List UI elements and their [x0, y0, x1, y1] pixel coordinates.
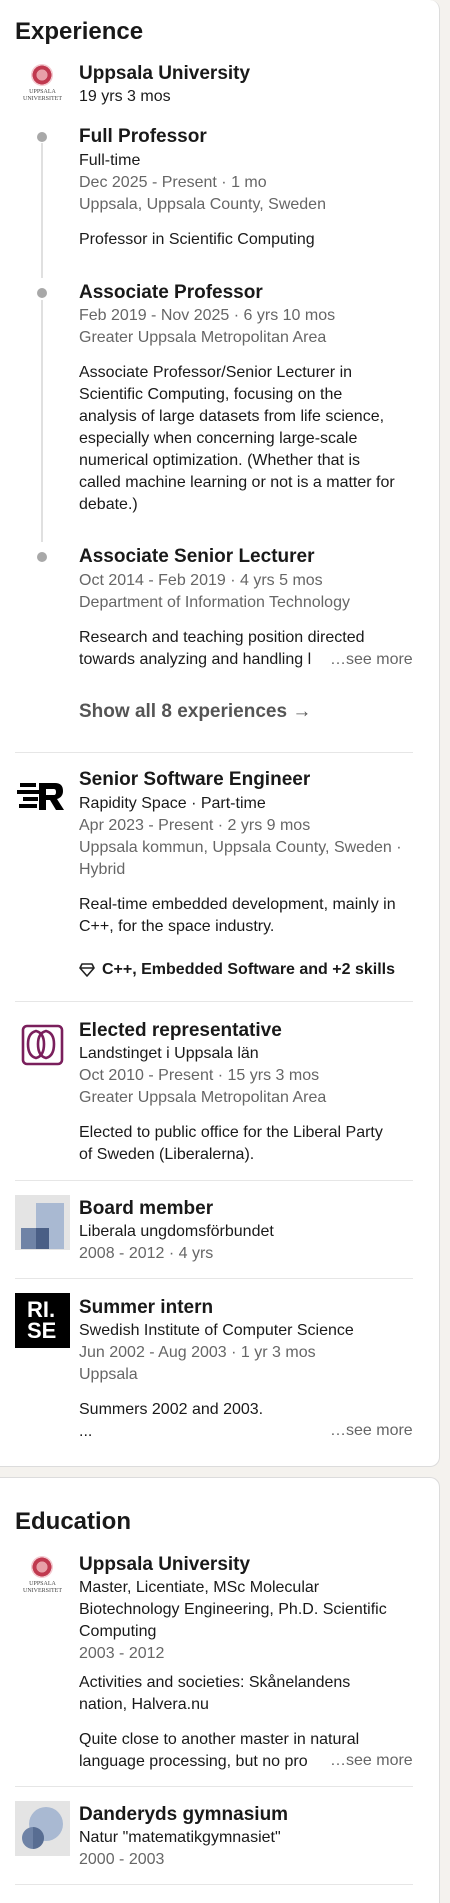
- degree-line: Computing: [79, 1623, 157, 1640]
- rapidity-logo-icon: [17, 783, 64, 810]
- role-description-line: Elected to public office for the Liberal…: [79, 1124, 383, 1141]
- divider: [15, 752, 413, 753]
- placeholder-company-icon: [21, 1203, 64, 1249]
- divider: [15, 1786, 413, 1787]
- divider: [15, 1278, 413, 1279]
- uppsala-university-logo[interactable]: UPPSALA UNIVERSITET: [15, 64, 70, 119]
- role-description-line: Summers 2002 and 2003.: [79, 1401, 264, 1418]
- rise-logo[interactable]: RI. SE: [15, 1293, 70, 1348]
- role-description-line: of Sweden (Liberalerna).: [79, 1146, 255, 1163]
- education-section: Education UPPSALA UNIVERSITET Uppsala Un…: [0, 1477, 440, 1903]
- role-location: Department of Information Technology: [79, 594, 350, 611]
- employment-type: Full-time: [79, 152, 141, 169]
- see-more-link[interactable]: …see more: [326, 651, 413, 669]
- role-description-line: Real-time embedded development, mainly i…: [79, 896, 396, 913]
- landstinget-logo[interactable]: [15, 1019, 70, 1074]
- education-heading: Education: [15, 1508, 132, 1535]
- role-dates: Oct 2010 - Present · 15 yrs 3 mos: [79, 1067, 320, 1084]
- role-title[interactable]: Associate Professor: [79, 282, 263, 304]
- role-description-line: called machine learning or not is a matt…: [79, 474, 395, 491]
- rapidity-space-logo[interactable]: [15, 769, 70, 824]
- role-description-line: numerical optimization. (Whether that is: [79, 452, 360, 469]
- company-name[interactable]: Rapidity Space · Part-time: [79, 795, 266, 813]
- company-name[interactable]: Swedish Institute of Computer Science: [79, 1322, 354, 1340]
- role-description-line: analysis of large datasets from life sci…: [79, 408, 385, 425]
- role-title[interactable]: Board member: [79, 1198, 213, 1220]
- timeline-line: [41, 143, 43, 278]
- activities-line: nation, Halvera.nu: [79, 1696, 209, 1713]
- role-description-line: Associate Professor/Senior Lecturer in: [79, 364, 353, 381]
- diamond-skills-icon: [79, 963, 95, 977]
- role-description-line: ...: [79, 1423, 93, 1440]
- show-all-experiences-button[interactable]: Show all 8 experiences →: [79, 701, 311, 723]
- timeline-dot: [37, 132, 47, 142]
- role-description-line: Research and teaching position directed: [79, 629, 365, 646]
- company-duration: 19 yrs 3 mos: [79, 88, 171, 105]
- role-description-line: towards analyzing and handling l: [79, 651, 312, 668]
- education-description-line: language processing, but no pro: [79, 1753, 308, 1770]
- role-location: Hybrid: [79, 861, 126, 878]
- activities-line: Activities and societies: Skånelandens: [79, 1674, 351, 1691]
- role-description-line: Scientific Computing, focusing on the: [79, 386, 343, 403]
- role-dates: Apr 2023 - Present · 2 yrs 9 mos: [79, 817, 311, 834]
- role-description-line: debate.): [79, 496, 138, 513]
- role-dates: Feb 2019 - Nov 2025 · 6 yrs 10 mos: [79, 307, 336, 324]
- degree-line: Biotechnology Engineering, Ph.D. Scienti…: [79, 1601, 387, 1618]
- uppsala-university-logo[interactable]: UPPSALA UNIVERSITET: [15, 1556, 70, 1611]
- timeline-dot: [37, 288, 47, 298]
- role-description-line: especially when concerning large-scale: [79, 430, 358, 447]
- role-title[interactable]: Full Professor: [79, 126, 207, 148]
- uppsala-seal-icon: [31, 1556, 53, 1578]
- see-more-link[interactable]: …see more: [326, 1752, 413, 1770]
- role-description: Professor in Scientific Computing: [79, 231, 315, 248]
- see-more-link[interactable]: …see more: [326, 1422, 413, 1440]
- role-location: Uppsala, Uppsala County, Sweden: [79, 196, 326, 213]
- role-location: Uppsala: [79, 1366, 138, 1383]
- role-dates: Jun 2002 - Aug 2003 · 1 yr 3 mos: [79, 1344, 316, 1361]
- divider: [15, 1001, 413, 1002]
- liberala-ungdomsforbundet-logo[interactable]: [15, 1195, 70, 1250]
- school-name[interactable]: Danderyds gymnasium: [79, 1804, 288, 1826]
- company-name[interactable]: Liberala ungdomsförbundet: [79, 1223, 274, 1241]
- role-title[interactable]: Associate Senior Lecturer: [79, 546, 314, 568]
- experience-heading: Experience: [15, 18, 144, 45]
- rise-logo-text: RI.: [27, 1297, 56, 1322]
- role-description-line: C++, for the space industry.: [79, 918, 275, 935]
- degree-line: Master, Licentiate, MSc Molecular: [79, 1579, 320, 1596]
- timeline-dot: [37, 552, 47, 562]
- role-title[interactable]: Summer intern: [79, 1297, 213, 1319]
- rise-logo-text: SE: [27, 1318, 57, 1343]
- education-years: 2000 - 2003: [79, 1851, 165, 1868]
- landstinget-logo-icon: [21, 1024, 64, 1066]
- role-location: Uppsala kommun, Uppsala County, Sweden ·: [79, 839, 402, 856]
- school-name[interactable]: Uppsala University: [79, 1554, 250, 1576]
- role-location: Greater Uppsala Metropolitan Area: [79, 329, 327, 346]
- role-dates: 2008 - 2012 · 4 yrs: [79, 1245, 214, 1262]
- company-name[interactable]: Uppsala University: [79, 63, 250, 85]
- experience-section: Experience UPPSALA UNIVERSITET Uppsala U…: [0, 0, 440, 1467]
- danderyds-gymnasium-logo[interactable]: [15, 1801, 70, 1856]
- program-name: Natur "matematikgymnasiet": [79, 1829, 281, 1846]
- uppsala-seal-icon: [31, 64, 53, 86]
- timeline-line: [41, 300, 43, 542]
- role-title[interactable]: Senior Software Engineer: [79, 769, 310, 791]
- placeholder-school-icon: [22, 1807, 63, 1849]
- company-name[interactable]: Landstinget i Uppsala län: [79, 1045, 259, 1063]
- education-description-line: Quite close to another master in natural: [79, 1731, 360, 1748]
- role-location: Greater Uppsala Metropolitan Area: [79, 1089, 327, 1106]
- divider: [15, 1884, 413, 1885]
- role-dates: Oct 2014 - Feb 2019 · 4 yrs 5 mos: [79, 572, 323, 589]
- divider: [15, 1180, 413, 1181]
- skills-link[interactable]: C++, Embedded Software and +2 skills: [102, 961, 395, 979]
- role-title[interactable]: Elected representative: [79, 1020, 282, 1042]
- education-years: 2003 - 2012: [79, 1645, 165, 1662]
- role-dates: Dec 2025 - Present · 1 mo: [79, 174, 267, 191]
